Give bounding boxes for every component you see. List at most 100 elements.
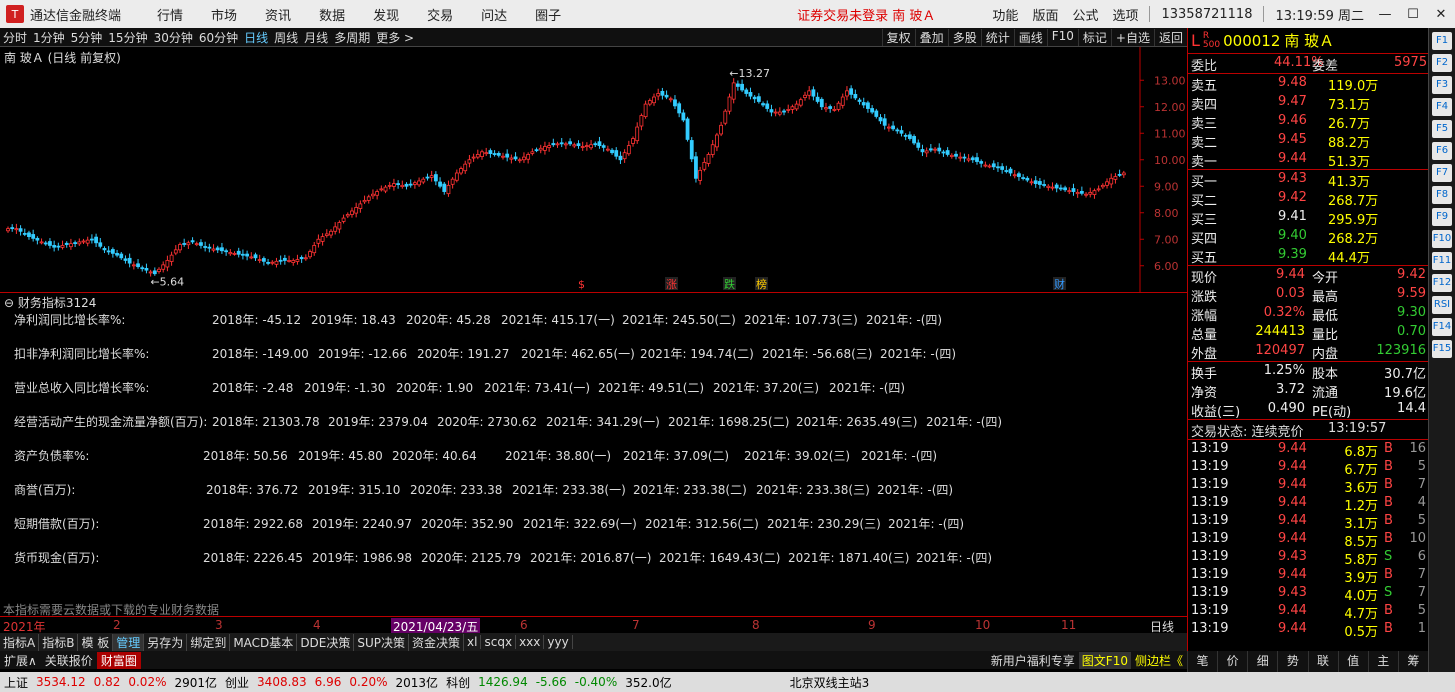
close-icon[interactable]: ✕ [1427, 7, 1455, 22]
period-tab[interactable]: 更多 > [373, 29, 417, 46]
order-row[interactable]: 买五 9.39 44.4万 [1188, 246, 1428, 266]
quote-tab[interactable]: 细 [1247, 651, 1277, 672]
index-name[interactable]: 创业 [221, 674, 253, 691]
quote-tab[interactable]: 价 [1217, 651, 1247, 672]
menu-circle[interactable]: 圈子 [521, 5, 575, 24]
menu-market[interactable]: 市场 [197, 5, 251, 24]
chart-action-button[interactable]: 多股 [947, 28, 981, 46]
menu-options[interactable]: 选项 [1105, 5, 1145, 24]
indicator-tab[interactable]: DDE决策 [297, 633, 355, 651]
period-tab[interactable]: 周线 [271, 29, 301, 46]
side-tool-icon[interactable]: F7 [1432, 164, 1452, 182]
order-row[interactable]: 买一 9.43 41.3万 [1188, 170, 1428, 190]
quote-tab[interactable]: 笔 [1187, 651, 1217, 672]
indicator-tab[interactable]: 管理 [113, 633, 145, 651]
period-tab[interactable]: 15分钟 [105, 29, 150, 46]
side-tool-icon[interactable]: F5 [1432, 120, 1452, 138]
menu-formula[interactable]: 公式 [1065, 5, 1105, 24]
related-quote-tab[interactable]: 关联报价 [41, 652, 97, 669]
menu-wenda[interactable]: 问达 [467, 5, 521, 24]
order-row[interactable]: 卖一 9.44 51.3万 [1188, 150, 1428, 170]
indicator-tab[interactable]: 绑定到 [187, 633, 231, 651]
order-row[interactable]: 卖三 9.46 26.7万 [1188, 112, 1428, 132]
minimize-icon[interactable]: — [1371, 7, 1399, 22]
chart-action-button[interactable]: F10 [1046, 28, 1078, 46]
kline-svg[interactable]: 13.00 12.00 11.00 10.00 9.00 8.00 7.00 6.00 ←13.… [0, 47, 1187, 293]
phone-number[interactable]: 13358721118 [1154, 7, 1259, 22]
menu-discover[interactable]: 发现 [359, 5, 413, 24]
chart-action-button[interactable]: 标记 [1077, 28, 1111, 46]
indicator-tab[interactable]: SUP决策 [354, 633, 410, 651]
wealth-circle-tab[interactable]: 财富圈 [96, 651, 141, 669]
order-row[interactable]: 买四 9.40 268.2万 [1188, 227, 1428, 247]
indicator-tab[interactable]: xxx [516, 635, 545, 649]
side-tool-icon[interactable]: F6 [1432, 142, 1452, 160]
side-tool-icon[interactable]: F9 [1432, 208, 1452, 226]
menu-data[interactable]: 数据 [305, 5, 359, 24]
order-row[interactable]: 卖五 9.48 119.0万 [1188, 74, 1428, 94]
chart-action-button[interactable]: 画线 [1013, 28, 1047, 46]
period-tab[interactable]: 多周期 [331, 29, 373, 46]
f10-button[interactable]: 图文F10 [1078, 651, 1131, 669]
period-tab[interactable]: 日线 [241, 29, 271, 46]
quote-tab[interactable]: 势 [1277, 651, 1307, 672]
order-row[interactable]: 卖二 9.45 88.2万 [1188, 131, 1428, 151]
indicator-tab[interactable]: 资金决策 [409, 633, 465, 651]
stat-label: 收益(三) [1191, 405, 1241, 420]
login-notice[interactable]: 证券交易未登录 南 玻Ａ [797, 5, 935, 24]
indicator-tab[interactable]: xl [464, 635, 482, 649]
menu-trade[interactable]: 交易 [413, 5, 467, 24]
chart-action-button[interactable]: 返回 [1153, 28, 1187, 46]
chart-action-button[interactable]: +自选 [1110, 28, 1154, 46]
sidebar-toggle[interactable]: 侧边栏《 [1131, 652, 1187, 669]
side-tool-icon[interactable]: F2 [1432, 54, 1452, 72]
indicator-tab[interactable]: 模 板 [78, 633, 114, 651]
candle-body [870, 108, 875, 113]
side-tool-icon[interactable]: F10 [1432, 230, 1452, 248]
quote-tab[interactable]: 联 [1307, 651, 1338, 672]
menu-layout[interactable]: 版面 [1025, 5, 1065, 24]
maximize-icon[interactable]: ☐ [1399, 7, 1427, 22]
expand-button[interactable]: 扩展∧ [0, 652, 41, 669]
period-tab[interactable]: 分时 [0, 29, 30, 46]
indicator-tab[interactable]: MACD基本 [230, 633, 298, 651]
order-row[interactable]: 买三 9.41 295.9万 [1188, 208, 1428, 228]
kline-chart[interactable]: 南 玻Ａ (日线 前复权) 13.00 12.00 11.00 10.00 9.00 8.… [0, 47, 1187, 293]
side-tool-icon[interactable]: RSI [1432, 296, 1452, 314]
period-tab[interactable]: 60分钟 [196, 29, 241, 46]
side-tool-icon[interactable]: F15 [1432, 340, 1452, 358]
menu-function[interactable]: 功能 [985, 5, 1025, 24]
indicator-tab[interactable]: yyy [544, 635, 573, 649]
side-tool-icon[interactable]: F14 [1432, 318, 1452, 336]
side-tool-icon[interactable]: F1 [1432, 32, 1452, 50]
side-tool-icon[interactable]: F8 [1432, 186, 1452, 204]
period-tab[interactable]: 5分钟 [68, 29, 106, 46]
indicator-tab[interactable]: scqx [481, 635, 517, 649]
indicator-tab[interactable]: 指标A [0, 633, 40, 651]
period-tab[interactable]: 30分钟 [151, 29, 196, 46]
menu-news[interactable]: 资讯 [251, 5, 305, 24]
menu-quotes[interactable]: 行情 [143, 5, 197, 24]
order-row[interactable]: 卖四 9.47 73.1万 [1188, 93, 1428, 113]
quote-tab[interactable]: 主 [1367, 651, 1398, 672]
chart-action-button[interactable]: 统计 [980, 28, 1014, 46]
tick-list[interactable]: 13:19 9.44 6.8万 B 16 13:19 9.44 6.7万 B 5 13:19 9.44… [1188, 440, 1428, 640]
candle-body [937, 147, 942, 152]
indicator-tab[interactable]: 指标B [39, 633, 79, 651]
period-tab[interactable]: 月线 [301, 29, 331, 46]
side-tool-icon[interactable]: F12 [1432, 274, 1452, 292]
new-user-ad[interactable]: 新用户福利专享 [987, 652, 1079, 669]
index-name[interactable]: 上证 [0, 674, 32, 691]
side-tool-icon[interactable]: F3 [1432, 76, 1452, 94]
side-tool-icon[interactable]: F4 [1432, 98, 1452, 116]
side-tool-icon[interactable]: F11 [1432, 252, 1452, 270]
chart-action-button[interactable]: 复权 [881, 28, 915, 46]
quote-tab[interactable]: 筹 [1397, 651, 1428, 672]
indicator-tab[interactable]: 另存为 [144, 633, 188, 651]
order-row[interactable]: 买二 9.42 268.7万 [1188, 189, 1428, 209]
server-name[interactable]: 北京双线主站3 [786, 674, 874, 691]
period-tab[interactable]: 1分钟 [30, 29, 68, 46]
index-name[interactable]: 科创 [442, 674, 474, 691]
chart-action-button[interactable]: 叠加 [914, 28, 948, 46]
quote-tab[interactable]: 值 [1337, 651, 1368, 672]
